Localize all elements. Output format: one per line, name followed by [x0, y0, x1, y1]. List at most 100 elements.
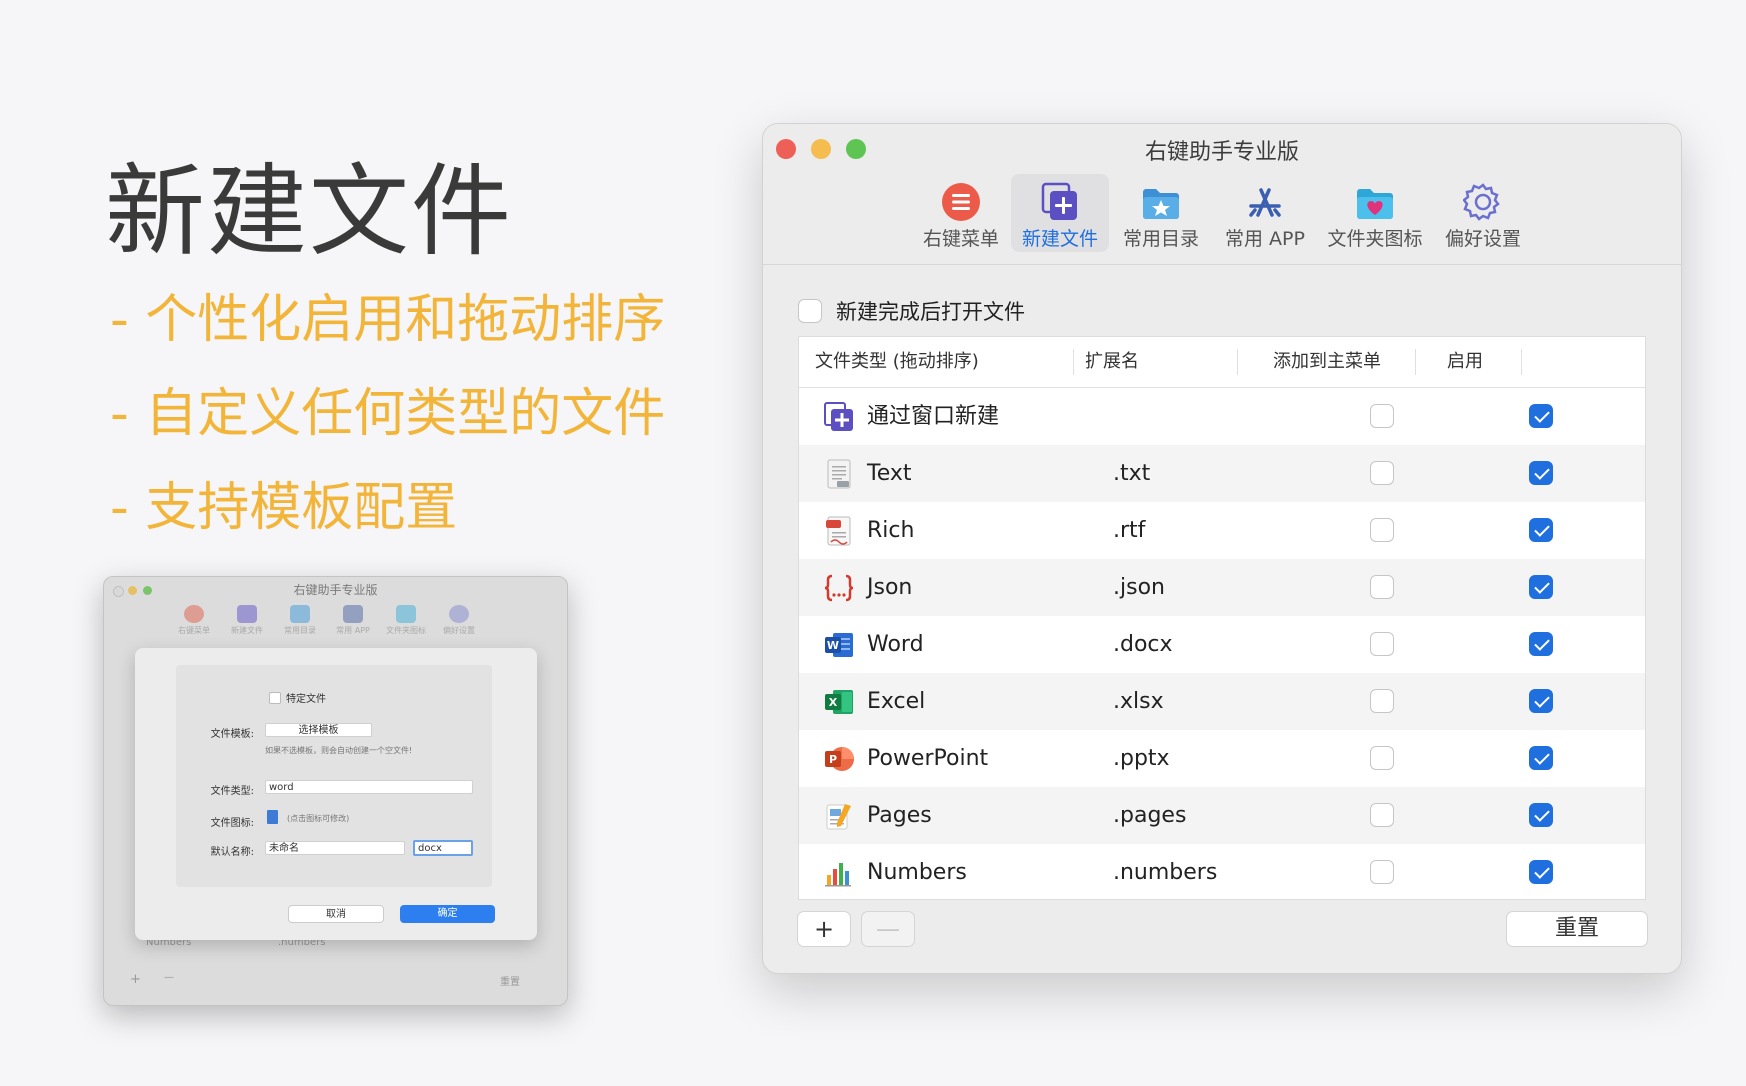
menu-icon [184, 605, 204, 623]
preview-tab-apps: 常用 APP [333, 605, 373, 636]
tab-common-folders[interactable]: 常用目录 [1113, 174, 1209, 252]
file-types-table: 文件类型 (拖动排序) 扩展名 添加到主菜单 启用 通过窗口新建 Text .t… [798, 336, 1646, 900]
add-to-main-menu-checkbox[interactable] [1370, 632, 1394, 656]
add-to-main-menu-checkbox[interactable] [1370, 689, 1394, 713]
enabled-checkbox[interactable] [1529, 689, 1553, 713]
file-type-name: Pages [867, 803, 932, 828]
enabled-checkbox[interactable] [1529, 404, 1553, 428]
add-to-main-menu-checkbox[interactable] [1370, 461, 1394, 485]
enabled-checkbox[interactable] [1529, 803, 1553, 827]
tab-context-menu[interactable]: 右键菜单 [913, 174, 1009, 252]
file-type-name: Text [867, 461, 912, 486]
preview-tab-new-file: 新建文件 [227, 605, 267, 636]
file-extension: .pptx [1113, 746, 1170, 771]
new-file-icon [1041, 182, 1077, 220]
preview-template-button: 选择模板 [265, 723, 372, 737]
menu-icon [942, 183, 980, 221]
column-header-file-type[interactable]: 文件类型 (拖动排序) [815, 337, 979, 387]
enabled-checkbox[interactable] [1529, 860, 1553, 884]
enabled-checkbox[interactable] [1529, 575, 1553, 599]
remove-button[interactable]: — [861, 911, 915, 947]
add-to-main-menu-checkbox[interactable] [1370, 860, 1394, 884]
table-row[interactable]: Numbers .numbers [799, 844, 1645, 901]
tab-new-file[interactable]: 新建文件 [1011, 174, 1109, 252]
enabled-checkbox[interactable] [1529, 632, 1553, 656]
preview-icon-label: 文件图标: [210, 818, 254, 829]
column-separator [1521, 349, 1522, 375]
folder-star-icon [1143, 189, 1179, 219]
file-type-name: Numbers [867, 860, 967, 885]
open-after-create-label: 新建完成后打开文件 [836, 300, 1025, 324]
file-extension: .txt [1113, 461, 1151, 486]
preview-template-hint: 如果不选模板，则会自动创建一个空文件! [265, 746, 413, 755]
table-row[interactable]: W Word .docx [799, 616, 1645, 673]
add-to-main-menu-checkbox[interactable] [1370, 803, 1394, 827]
add-button[interactable]: + [797, 911, 851, 947]
folder-heart-icon [396, 605, 416, 623]
preview-sheet: 特定文件 文件模板: 选择模板 如果不选模板，则会自动创建一个空文件! 文件类型… [135, 648, 537, 940]
preview-title: 右键助手专业版 [293, 583, 378, 597]
window-titlebar: 右键助手专业版 右键菜单 新建文件 常用目录 常用 APP 文件夹图标 偏好设置 [763, 124, 1681, 265]
table-header: 文件类型 (拖动排序) 扩展名 添加到主菜单 启用 [799, 337, 1645, 388]
promo-bullet-sorting: - 个性化启用和拖动排序 [110, 290, 666, 350]
enabled-checkbox[interactable] [1529, 461, 1553, 485]
toolbar: 右键菜单 新建文件 常用目录 常用 APP 文件夹图标 偏好设置 [763, 174, 1681, 254]
table-row[interactable]: Rich .rtf [799, 502, 1645, 559]
preview-confirm-button: 确定 [400, 905, 495, 923]
add-to-main-menu-checkbox[interactable] [1370, 746, 1394, 770]
folder-heart-icon [1357, 189, 1393, 219]
svg-text:W: W [827, 639, 839, 652]
app-store-icon [343, 605, 363, 623]
preview-bg-reset: 重置 [500, 977, 520, 988]
preview-name-label: 默认名称: [210, 847, 254, 858]
open-after-create-checkbox[interactable] [798, 299, 822, 323]
column-header-add-to-main-menu[interactable]: 添加到主菜单 [1273, 337, 1381, 387]
enabled-checkbox[interactable] [1529, 746, 1553, 770]
table-row[interactable]: P PowerPoint .pptx [799, 730, 1645, 787]
preview-tab-settings: 偏好设置 [439, 605, 479, 636]
tab-label: 文件夹图标 [1327, 228, 1423, 250]
file-extension: .numbers [1113, 860, 1218, 885]
json-file-icon [824, 574, 854, 602]
preview-icon-hint: (点击图标可修改) [287, 814, 350, 823]
file-type-name: PowerPoint [867, 746, 989, 771]
app-store-icon [1249, 188, 1281, 217]
tab-folder-icons[interactable]: 文件夹图标 [1319, 174, 1431, 252]
column-separator [1237, 349, 1238, 375]
table-row[interactable]: 通过窗口新建 [799, 388, 1645, 445]
table-row[interactable]: Json .json [799, 559, 1645, 616]
new-file-icon [237, 605, 257, 623]
preview-ext-input: docx [413, 840, 473, 856]
window-title: 右键助手专业版 [1144, 140, 1299, 165]
reset-button[interactable]: 重置 [1506, 911, 1648, 947]
preview-form-panel: 特定文件 文件模板: 选择模板 如果不选模板，则会自动创建一个空文件! 文件类型… [176, 665, 492, 887]
preview-specific-file-row: 特定文件 [269, 690, 326, 705]
document-icon [267, 810, 278, 824]
add-to-main-menu-checkbox[interactable] [1370, 404, 1394, 428]
preview-cancel-button: 取消 [288, 905, 384, 923]
file-type-name: Excel [867, 689, 926, 714]
preview-toolbar: 右键菜单 新建文件 常用目录 常用 APP 文件夹图标 偏好设置 [174, 605, 479, 636]
add-to-main-menu-checkbox[interactable] [1370, 518, 1394, 542]
gear-icon [1463, 183, 1500, 221]
tab-preferences[interactable]: 偏好设置 [1435, 174, 1531, 252]
numbers-icon [825, 863, 851, 887]
preview-name-input: 未命名 [265, 841, 405, 855]
enabled-checkbox[interactable] [1529, 518, 1553, 542]
column-separator [1073, 349, 1074, 375]
preview-bg-remove: — [164, 972, 174, 983]
preview-specific-file-checkbox [269, 691, 281, 704]
rtf-file-icon [826, 516, 851, 546]
preview-template-label: 文件模板: [210, 729, 254, 740]
column-header-extension[interactable]: 扩展名 [1085, 337, 1139, 387]
pages-icon [826, 804, 851, 830]
column-header-enabled[interactable]: 启用 [1447, 337, 1483, 387]
table-row[interactable]: X Excel .xlsx [799, 673, 1645, 730]
preview-tab-folders: 常用目录 [280, 605, 320, 636]
preview-tab-menu: 右键菜单 [174, 605, 214, 636]
table-row[interactable]: Text .txt [799, 445, 1645, 502]
tab-common-apps[interactable]: 常用 APP [1215, 174, 1315, 252]
add-to-main-menu-checkbox[interactable] [1370, 575, 1394, 599]
file-extension: .pages [1113, 803, 1187, 828]
table-row[interactable]: Pages .pages [799, 787, 1645, 844]
